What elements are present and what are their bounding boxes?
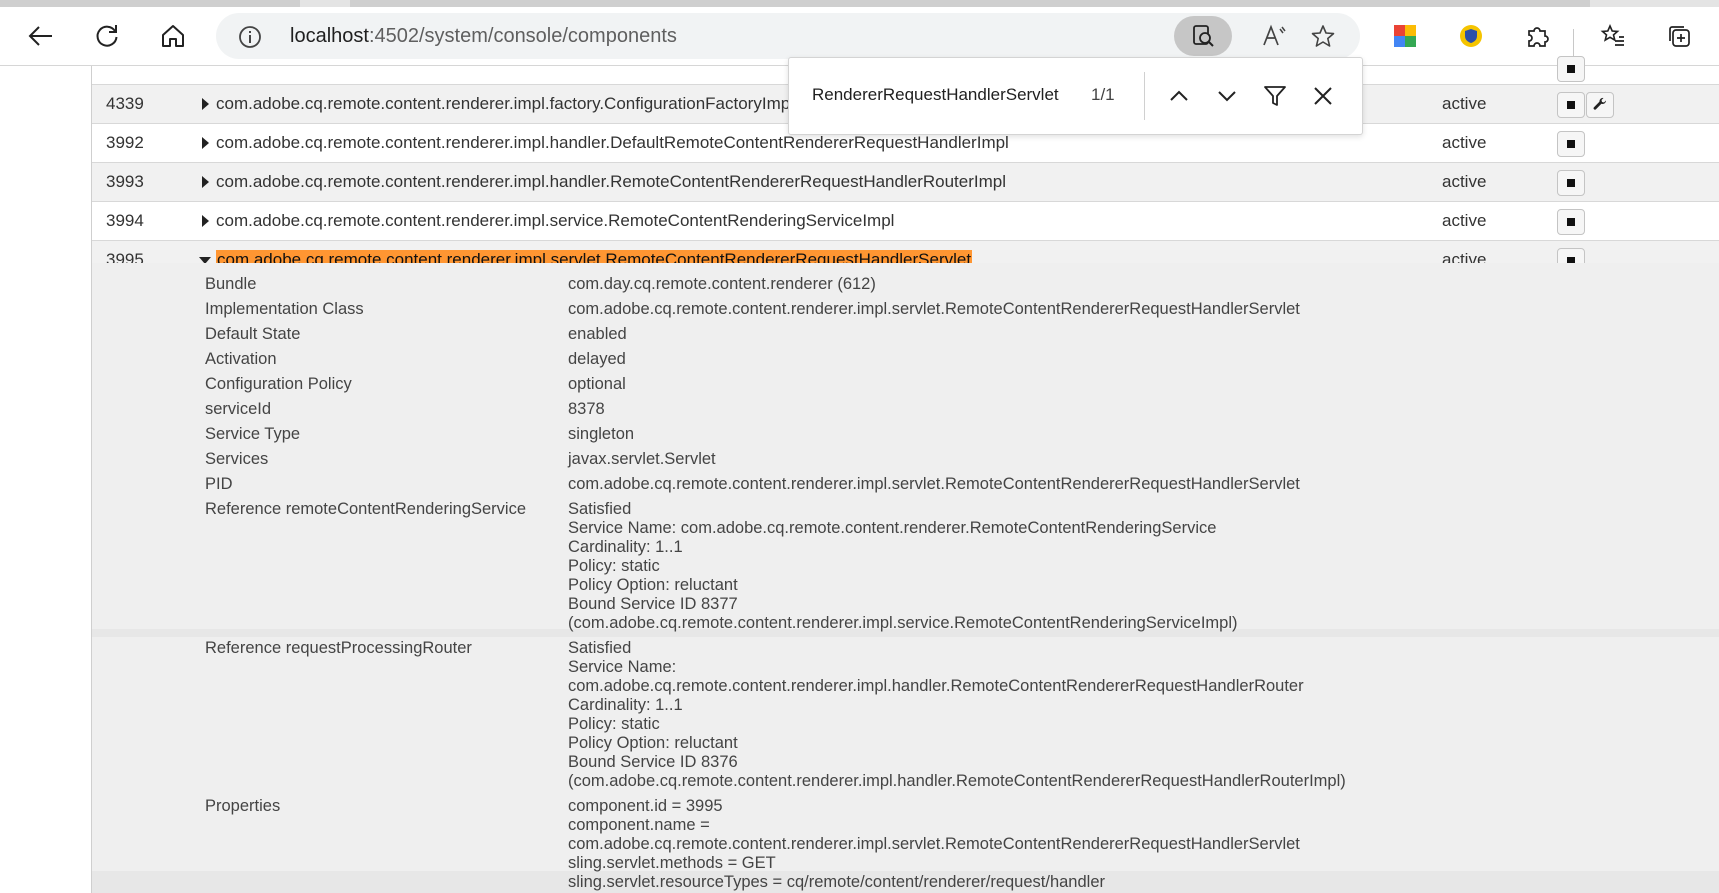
find-bar: RendererRequestHandlerServlet 1/1: [788, 57, 1363, 135]
detail-value-multiline: Satisfied Service Name: com.adobe.cq.rem…: [568, 639, 1346, 790]
expand-arrow-icon[interactable]: [202, 98, 209, 110]
detail-value: delayed: [568, 350, 626, 368]
detail-value: enabled: [568, 325, 627, 343]
configure-button[interactable]: [1586, 92, 1614, 118]
chevron-up-icon: [1170, 90, 1188, 101]
google-extension-icon: [1394, 25, 1416, 47]
find-previous-button[interactable]: [1165, 82, 1193, 110]
find-options-button[interactable]: [1261, 82, 1289, 110]
detail-value: 8378: [568, 400, 605, 418]
detail-label: Properties: [205, 797, 281, 815]
detail-value: javax.servlet.Servlet: [568, 450, 716, 468]
detail-label: Activation: [205, 350, 277, 368]
find-match-count: 1/1: [1091, 85, 1115, 104]
url-text[interactable]: localhost:4502/system/console/components: [290, 25, 677, 48]
detail-label: Default State: [205, 325, 301, 343]
find-in-page-icon: [1193, 25, 1214, 47]
detail-label: Reference requestProcessingRouter: [205, 639, 472, 657]
stop-icon: [1567, 101, 1575, 109]
stop-button[interactable]: [1557, 56, 1585, 82]
refresh-button[interactable]: [88, 17, 126, 55]
address-bar[interactable]: localhost:4502/system/console/components: [216, 13, 1360, 59]
toolbar-separator: [1573, 29, 1574, 57]
wrench-icon: [1593, 97, 1606, 110]
stop-icon: [1567, 140, 1575, 148]
expand-arrow-icon[interactable]: [202, 137, 209, 149]
chevron-down-icon: [1218, 91, 1236, 102]
stop-button[interactable]: [1557, 92, 1585, 118]
expand-arrow-icon[interactable]: [202, 176, 209, 188]
component-name[interactable]: com.adobe.cq.remote.content.renderer.imp…: [216, 94, 794, 114]
extensions-button[interactable]: [1518, 17, 1556, 55]
favorites-button[interactable]: [1594, 17, 1632, 55]
back-arrow-icon: [28, 26, 52, 46]
refresh-icon: [96, 25, 118, 47]
tab-strip: [0, 0, 1719, 7]
shield-extension-button[interactable]: [1452, 17, 1490, 55]
browser-tab[interactable]: [0, 0, 300, 7]
table-row[interactable]: 3993 com.adobe.cq.remote.content.rendere…: [92, 163, 1719, 202]
component-id: 4339: [106, 94, 144, 113]
back-button[interactable]: [22, 17, 60, 55]
find-separator: [1144, 72, 1145, 120]
detail-label: Implementation Class: [205, 300, 364, 318]
component-id: 3994: [106, 211, 144, 230]
find-next-button[interactable]: [1213, 82, 1241, 110]
find-in-page-button[interactable]: [1174, 16, 1232, 56]
component-status: active: [1442, 94, 1487, 113]
stop-button[interactable]: [1557, 170, 1585, 196]
google-extension-button[interactable]: [1386, 17, 1424, 55]
favorite-star-icon[interactable]: [1310, 23, 1336, 49]
detail-label: Reference remoteContentRenderingService: [205, 500, 527, 518]
detail-value: com.adobe.cq.remote.content.renderer.imp…: [568, 475, 1300, 493]
component-status: active: [1442, 211, 1487, 230]
stop-icon: [1567, 218, 1575, 226]
detail-value: com.day.cq.remote.content.renderer (612): [568, 275, 876, 293]
detail-value: com.adobe.cq.remote.content.renderer.imp…: [568, 300, 1300, 318]
site-info-icon[interactable]: [238, 25, 262, 49]
detail-label: Bundle: [205, 275, 257, 293]
detail-value-multiline: component.id = 3995 component.name = com…: [568, 797, 1300, 891]
stop-button[interactable]: [1557, 131, 1585, 157]
stop-button[interactable]: [1557, 209, 1585, 235]
detail-label: PID: [205, 475, 233, 493]
component-id: 3992: [106, 133, 144, 152]
shield-extension-icon: [1460, 25, 1482, 47]
detail-value-multiline: Satisfied Service Name: com.adobe.cq.rem…: [568, 500, 1238, 632]
detail-label: Configuration Policy: [205, 375, 352, 393]
home-icon: [162, 25, 184, 47]
browser-tab-active[interactable]: [350, 0, 1590, 7]
component-status: active: [1442, 172, 1487, 191]
favorites-list-icon: [1600, 24, 1624, 46]
component-name[interactable]: com.adobe.cq.remote.content.renderer.imp…: [216, 211, 894, 231]
find-close-button[interactable]: [1309, 82, 1337, 110]
collections-button[interactable]: [1660, 17, 1698, 55]
component-name[interactable]: com.adobe.cq.remote.content.renderer.imp…: [216, 172, 1006, 192]
home-button[interactable]: [154, 17, 192, 55]
component-details: Bundle com.day.cq.remote.content.rendere…: [92, 263, 1719, 893]
detail-value: singleton: [568, 425, 635, 443]
read-aloud-icon[interactable]: [1261, 23, 1287, 49]
close-icon: [1314, 87, 1332, 105]
detail-label: Service Type: [205, 425, 301, 443]
puzzle-piece-icon: [1528, 27, 1549, 47]
detail-label: Services: [205, 450, 269, 468]
components-table: 4339 com.adobe.cq.remote.content.rendere…: [91, 56, 1719, 893]
filter-icon: [1264, 86, 1286, 106]
url-host: localhost: [290, 25, 369, 47]
url-path: :4502/system/console/components: [368, 25, 677, 47]
component-name[interactable]: com.adobe.cq.remote.content.renderer.imp…: [216, 133, 1009, 153]
stop-icon: [1567, 179, 1575, 187]
component-status: active: [1442, 133, 1487, 152]
component-id: 3993: [106, 172, 144, 191]
table-row[interactable]: 3994 com.adobe.cq.remote.content.rendere…: [92, 202, 1719, 241]
detail-value: optional: [568, 375, 626, 393]
detail-label: serviceId: [205, 400, 272, 418]
expand-arrow-icon[interactable]: [202, 215, 209, 227]
collections-icon: [1669, 26, 1690, 47]
find-input[interactable]: RendererRequestHandlerServlet: [812, 85, 1059, 105]
